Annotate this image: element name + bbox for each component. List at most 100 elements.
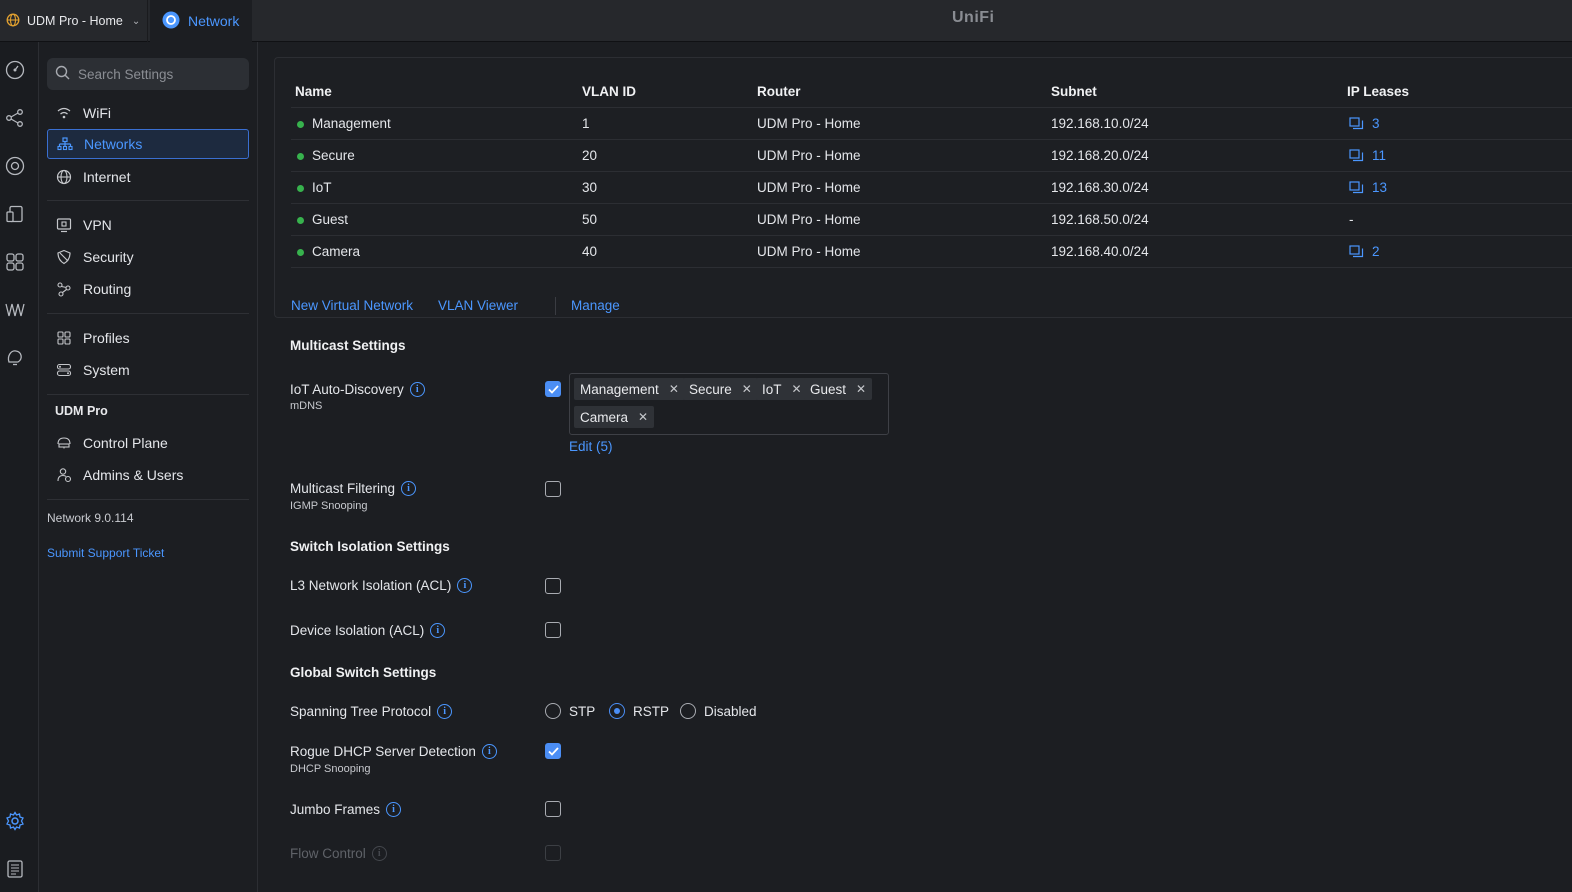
ip-leases: -	[1349, 212, 1354, 227]
sidebar-item-internet[interactable]: Internet	[47, 162, 249, 192]
sidebar-item-label: Control Plane	[83, 435, 168, 451]
system-icon	[55, 361, 73, 379]
switch-isolation-title: Switch Isolation Settings	[290, 539, 450, 554]
mdns-sublabel: mDNS	[290, 400, 323, 412]
table-row[interactable]: IoT 30 UDM Pro - Home 192.168.30.0/24 13	[291, 171, 1572, 203]
divider	[47, 313, 249, 314]
stp-radio[interactable]: STP	[545, 703, 595, 719]
column-header-vlan[interactable]: VLAN ID	[582, 84, 636, 99]
alerts-icon[interactable]	[4, 347, 26, 369]
ip-leases[interactable]: 3	[1349, 116, 1380, 131]
tag-iot: IoT ✕	[756, 378, 808, 400]
sidebar-item-networks[interactable]: Networks	[47, 129, 249, 159]
devices-icon[interactable]	[4, 155, 26, 177]
control-plane-icon	[55, 434, 73, 452]
leases-count: 2	[1372, 244, 1380, 259]
multicast-filtering-label: Multicast Filtering i	[290, 481, 417, 496]
radio-manager-icon[interactable]	[4, 299, 26, 321]
column-header-subnet[interactable]: Subnet	[1051, 84, 1097, 99]
dashboard-icon[interactable]	[4, 59, 26, 81]
table-row[interactable]: Secure 20 UDM Pro - Home 192.168.20.0/24…	[291, 139, 1572, 171]
subnet: 192.168.20.0/24	[1051, 148, 1149, 163]
shield-icon	[55, 248, 73, 266]
status-dot	[297, 153, 304, 160]
manage-link[interactable]: Manage	[571, 298, 620, 313]
submit-support-ticket-link[interactable]: Submit Support Ticket	[47, 546, 164, 560]
disabled-radio[interactable]: Disabled	[680, 703, 757, 719]
network-name: Camera	[312, 244, 361, 259]
spanning-tree-text: Spanning Tree Protocol	[290, 704, 432, 719]
device-isolation-checkbox[interactable]	[545, 622, 561, 638]
tag-label: Management	[580, 381, 659, 397]
remove-tag-icon[interactable]: ✕	[792, 382, 802, 396]
site-selector[interactable]: UDM Pro - Home ⌄	[0, 0, 148, 42]
subnet: 192.168.40.0/24	[1051, 244, 1149, 259]
multicast-filtering-checkbox[interactable]	[545, 481, 561, 497]
info-icon[interactable]: i	[430, 623, 446, 638]
router: UDM Pro - Home	[757, 244, 861, 259]
remove-tag-icon[interactable]: ✕	[742, 382, 752, 396]
sidebar-item-label: System	[83, 362, 130, 378]
checkmark-icon	[547, 746, 559, 756]
rogue-dhcp-checkbox[interactable]	[545, 743, 561, 759]
table-row[interactable]: Guest 50 UDM Pro - Home 192.168.50.0/24 …	[291, 203, 1572, 235]
tag-secure: Secure ✕	[683, 378, 758, 400]
column-header-name[interactable]: Name	[295, 84, 332, 99]
settings-icon[interactable]	[4, 810, 26, 832]
remove-tag-icon[interactable]: ✕	[856, 382, 866, 396]
info-icon[interactable]: i	[401, 481, 417, 496]
search-settings[interactable]	[47, 58, 249, 90]
sidebar-item-admins-users[interactable]: Admins & Users	[47, 460, 249, 490]
rstp-radio[interactable]: RSTP	[609, 703, 669, 719]
info-icon[interactable]: i	[386, 802, 402, 817]
rogue-dhcp-label: Rogue DHCP Server Detection i	[290, 744, 497, 759]
l3-network-isolation-checkbox[interactable]	[545, 578, 561, 594]
edit-networks-link[interactable]: Edit (5)	[569, 439, 613, 454]
logs-icon[interactable]	[4, 858, 26, 880]
sidebar-item-routing[interactable]: Routing	[47, 274, 249, 304]
network-name: Management	[312, 116, 391, 131]
multicast-settings-title: Multicast Settings	[290, 338, 406, 353]
checkmark-icon	[547, 384, 559, 394]
sidebar-item-control-plane[interactable]: Control Plane	[47, 428, 249, 458]
iot-auto-discovery-text: IoT Auto-Discovery	[290, 382, 404, 397]
clients-icon[interactable]	[4, 203, 26, 225]
sidebar-item-profiles[interactable]: Profiles	[47, 323, 249, 353]
radio-label: Disabled	[704, 703, 757, 719]
unifi-logo: UniFi	[952, 9, 995, 26]
ip-leases[interactable]: 2	[1349, 244, 1380, 259]
column-header-ip-leases[interactable]: IP Leases	[1347, 84, 1409, 99]
iot-auto-discovery-checkbox[interactable]	[545, 381, 561, 397]
sidebar-item-label: Routing	[83, 281, 132, 297]
info-icon[interactable]: i	[481, 744, 497, 759]
vlan-viewer-link[interactable]: VLAN Viewer	[438, 298, 518, 313]
device-isolation-label: Device Isolation (ACL) i	[290, 623, 446, 638]
ip-leases[interactable]: 13	[1349, 180, 1387, 195]
table-row[interactable]: Management 1 UDM Pro - Home 192.168.10.0…	[291, 107, 1572, 139]
topology-icon[interactable]	[4, 107, 26, 129]
info-icon[interactable]: i	[457, 578, 473, 593]
insights-icon[interactable]	[4, 251, 26, 273]
ip-leases[interactable]: 11	[1349, 148, 1386, 163]
spanning-tree-label: Spanning Tree Protocol i	[290, 704, 453, 719]
info-icon[interactable]: i	[437, 704, 453, 719]
table-row[interactable]: Camera 40 UDM Pro - Home 192.168.40.0/24…	[291, 235, 1572, 267]
sidebar-item-security[interactable]: Security	[47, 242, 249, 272]
sidebar-item-label: Admins & Users	[83, 467, 184, 483]
network-tag-selector[interactable]: Management ✕ Secure ✕ IoT ✕ Guest ✕ Camera ✕	[569, 373, 889, 435]
l3-network-isolation-text: L3 Network Isolation (ACL)	[290, 578, 452, 593]
subnet: 192.168.10.0/24	[1051, 116, 1149, 131]
network-app-tab[interactable]: Network	[150, 0, 252, 42]
subnet: 192.168.30.0/24	[1051, 180, 1149, 195]
remove-tag-icon[interactable]: ✕	[638, 410, 648, 424]
tag-label: Secure	[689, 381, 732, 397]
info-icon[interactable]: i	[409, 382, 425, 397]
sidebar-item-wifi[interactable]: WiFi	[47, 98, 249, 128]
sidebar-item-vpn[interactable]: VPN	[47, 210, 249, 240]
remove-tag-icon[interactable]: ✕	[669, 382, 679, 396]
search-input[interactable]	[78, 66, 238, 82]
new-virtual-network-link[interactable]: New Virtual Network	[291, 298, 413, 313]
sidebar-item-system[interactable]: System	[47, 355, 249, 385]
column-header-router[interactable]: Router	[757, 84, 801, 99]
jumbo-frames-checkbox[interactable]	[545, 801, 561, 817]
